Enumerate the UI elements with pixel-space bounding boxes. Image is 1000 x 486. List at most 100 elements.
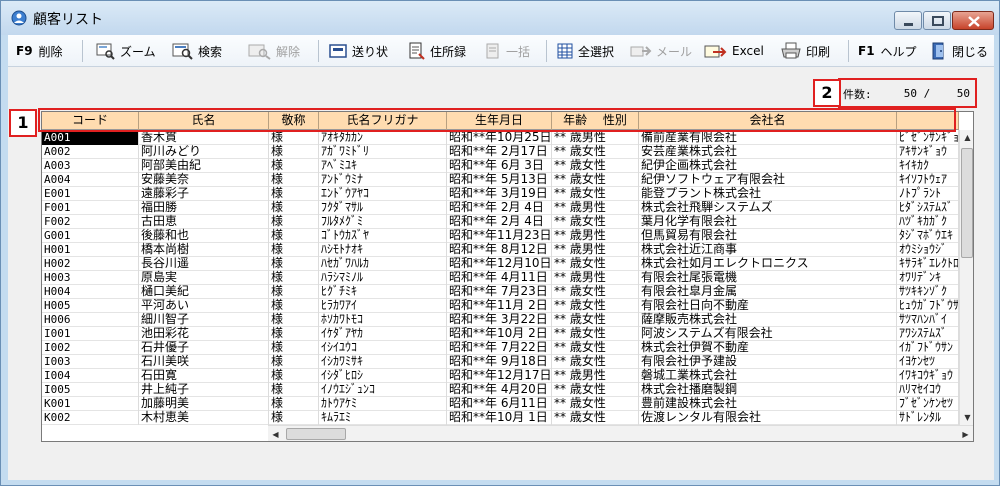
- cell-furigana[interactable]: ﾌﾙﾀﾒｸﾞﾐ: [319, 214, 447, 229]
- address-book-button[interactable]: 住所録: [408, 41, 466, 61]
- horizontal-scrollbar[interactable]: ◀ ▶: [268, 425, 973, 441]
- cell-company-kana[interactable]: ｻﾄﾞﾚﾝﾀﾙ: [897, 410, 959, 425]
- table-row[interactable]: E001 遠藤彩子様ｴﾝﾄﾞｳｱﾔｺ 昭和**年 3月19日 ** 歳女性 能登プラント…: [42, 186, 959, 201]
- table-row[interactable]: A004 安藤美奈様ｱﾝﾄﾞｳﾐﾅ 昭和**年 5月13日 ** 歳女性 紀伊ソフトウェ…: [42, 172, 959, 187]
- cell-company-kana[interactable]: ｷｲｷｶｸ: [897, 158, 959, 173]
- cell-company[interactable]: 有限会社皐月金属: [639, 284, 897, 299]
- table-row[interactable]: F002 古田恵様ﾌﾙﾀﾒｸﾞﾐ 昭和**年 2月 4日 ** 歳女性 葉月化学有限会社…: [42, 214, 959, 229]
- cell-furigana[interactable]: ｱｵｷﾀｶｶﾝ: [319, 130, 447, 145]
- cell-code[interactable]: H005: [42, 298, 139, 313]
- cell-age-gender[interactable]: ** 歳男性: [552, 270, 639, 285]
- cell-name[interactable]: 石川美咲: [139, 354, 269, 369]
- select-all-button[interactable]: 全選択: [556, 41, 614, 61]
- cell-birthdate[interactable]: 昭和**年 4月11日: [447, 270, 552, 285]
- cell-company-kana[interactable]: ﾊﾘﾏｾｲｺｳ: [897, 382, 959, 397]
- cell-company-kana[interactable]: ｱﾜｼｽﾃﾑｽﾞ: [897, 326, 959, 341]
- cell-furigana[interactable]: ｲﾉｳｴｼﾞｭﾝｺ: [319, 382, 447, 397]
- cell-age-gender[interactable]: ** 歳男性: [552, 242, 639, 257]
- table-row[interactable]: I002 石井優子様ｲｼｲﾕｳｺ 昭和**年 7月22日 ** 歳女性 株式会社伊賀不動…: [42, 340, 959, 355]
- cell-honorific[interactable]: 様: [269, 326, 319, 341]
- cell-birthdate[interactable]: 昭和**年 4月20日: [447, 382, 552, 397]
- table-row[interactable]: H002 長谷川遥様ﾊｾｶﾞﾜﾊﾙｶ 昭和**年12月10日 ** 歳女性 株式会社如月…: [42, 256, 959, 271]
- cell-company-kana[interactable]: ｱｷｻﾝｷﾞｮｳ: [897, 144, 959, 159]
- cell-company-kana[interactable]: ﾉﾄﾌﾟﾗﾝﾄ: [897, 186, 959, 201]
- vertical-scrollbar[interactable]: ▲ ▼: [959, 130, 973, 425]
- cell-birthdate[interactable]: 昭和**年 2月 4日: [447, 214, 552, 229]
- cell-furigana[interactable]: ｲｼｲﾕｳｺ: [319, 340, 447, 355]
- cell-company-kana[interactable]: ﾀｼﾞﾏﾎﾞｳｴｷ: [897, 228, 959, 243]
- scroll-right-icon[interactable]: ▶: [958, 427, 973, 441]
- cell-name[interactable]: 平河あい: [139, 298, 269, 313]
- close-button[interactable]: 閉じる: [930, 41, 988, 61]
- table-row[interactable]: A003 阿部美由紀様ｱﾍﾞﾐﾕｷ 昭和**年 6月 3日 ** 歳女性 紀伊企画株式会…: [42, 158, 959, 173]
- invoice-button[interactable]: 送り状: [328, 41, 388, 61]
- cell-birthdate[interactable]: 昭和**年 8月12日: [447, 242, 552, 257]
- cell-company[interactable]: 安芸産業株式会社: [639, 144, 897, 159]
- cell-furigana[interactable]: ﾊｾｶﾞﾜﾊﾙｶ: [319, 256, 447, 271]
- cell-code[interactable]: I002: [42, 340, 139, 355]
- cell-age-gender[interactable]: ** 歳男性: [552, 368, 639, 383]
- cell-age-gender[interactable]: ** 歳女性: [552, 144, 639, 159]
- cell-company[interactable]: 備前産業有限会社: [639, 130, 897, 145]
- cell-code[interactable]: K001: [42, 396, 139, 411]
- cell-age-gender[interactable]: ** 歳女性: [552, 382, 639, 397]
- cell-name[interactable]: 木村恵美: [139, 410, 269, 425]
- cell-company-kana[interactable]: ｷｻﾗｷﾞｴﾚｸﾄﾛ: [897, 256, 959, 271]
- cell-company[interactable]: 株式会社如月エレクトロニクス: [639, 256, 897, 271]
- cell-honorific[interactable]: 様: [269, 144, 319, 159]
- cell-furigana[interactable]: ﾋｸﾞﾁﾐｷ: [319, 284, 447, 299]
- cell-company[interactable]: 株式会社播磨製鋼: [639, 382, 897, 397]
- cell-company-kana[interactable]: ｲﾜｷｺｳｷﾞｮｳ: [897, 368, 959, 383]
- cell-name[interactable]: 阿部美由紀: [139, 158, 269, 173]
- zoom-button[interactable]: ズーム: [96, 41, 156, 61]
- cell-code[interactable]: A003: [42, 158, 139, 173]
- cell-furigana[interactable]: ﾎｿｶﾜﾄﾓｺ: [319, 312, 447, 327]
- cell-age-gender[interactable]: ** 歳女性: [552, 186, 639, 201]
- table-row[interactable]: H005 平河あい様ﾋﾗｶﾜｱｲ 昭和**年11月 2日 ** 歳女性 有限会社日向不動…: [42, 298, 959, 313]
- cell-company[interactable]: 磐城工業株式会社: [639, 368, 897, 383]
- cell-age-gender[interactable]: ** 歳女性: [552, 312, 639, 327]
- cell-age-gender[interactable]: ** 歳女性: [552, 326, 639, 341]
- cell-birthdate[interactable]: 昭和**年 7月22日: [447, 340, 552, 355]
- cell-birthdate[interactable]: 昭和**年11月23日: [447, 228, 552, 243]
- release-button[interactable]: 解除: [248, 41, 300, 61]
- cell-age-gender[interactable]: ** 歳女性: [552, 396, 639, 411]
- customer-table[interactable]: コード 氏名 敬称 氏名フリガナ 生年月日 年齢 性別 会社名 A001 香木貫様…: [41, 111, 974, 442]
- cell-code[interactable]: I001: [42, 326, 139, 341]
- cell-birthdate[interactable]: 昭和**年 5月13日: [447, 172, 552, 187]
- cell-age-gender[interactable]: ** 歳男性: [552, 130, 639, 145]
- cell-code[interactable]: G001: [42, 228, 139, 243]
- table-row[interactable]: K002 木村恵美様ｷﾑﾗｴﾐ 昭和**年10月 1日 ** 歳女性 佐渡レンタル有限会…: [42, 410, 959, 425]
- table-row[interactable]: F001 福田勝様ﾌｸﾀﾞﾏｻﾙ 昭和**年 2月 4日 ** 歳男性 株式会社飛騨シス…: [42, 200, 959, 215]
- cell-company[interactable]: 能登プラント株式会社: [639, 186, 897, 201]
- cell-company-kana[interactable]: ｲﾖｹﾝｾﾂ: [897, 354, 959, 369]
- cell-company[interactable]: 紀伊ソフトウェア有限会社: [639, 172, 897, 187]
- table-row[interactable]: I005 井上純子様ｲﾉｳｴｼﾞｭﾝｺ 昭和**年 4月20日 ** 歳女性 株式会社播…: [42, 382, 959, 397]
- cell-code[interactable]: A002: [42, 144, 139, 159]
- cell-birthdate[interactable]: 昭和**年10月 2日: [447, 326, 552, 341]
- cell-name[interactable]: 古田恵: [139, 214, 269, 229]
- mail-button[interactable]: メール: [630, 41, 692, 61]
- cell-name[interactable]: 長谷川遥: [139, 256, 269, 271]
- cell-company-kana[interactable]: ｻﾂﾏﾊﾝﾊﾞｲ: [897, 312, 959, 327]
- print-button[interactable]: 印刷: [780, 41, 830, 61]
- cell-company[interactable]: 佐渡レンタル有限会社: [639, 410, 897, 425]
- table-row[interactable]: A002 阿川みどり様ｱｶﾞﾜﾐﾄﾞﾘ 昭和**年 2月17日 ** 歳女性 安芸産業株…: [42, 144, 959, 159]
- close-window-button[interactable]: [952, 11, 994, 30]
- cell-name[interactable]: 阿川みどり: [139, 144, 269, 159]
- table-row[interactable]: K001 加藤明美様ｶﾄｳｱｹﾐ 昭和**年 6月11日 ** 歳女性 豊前建設株式会社…: [42, 396, 959, 411]
- cell-code[interactable]: H006: [42, 312, 139, 327]
- cell-company-kana[interactable]: ｵﾜﾘﾃﾞﾝｷ: [897, 270, 959, 285]
- cell-company-kana[interactable]: ｵｳﾐｼｮｳｼﾞ: [897, 242, 959, 257]
- cell-honorific[interactable]: 様: [269, 340, 319, 355]
- cell-honorific[interactable]: 様: [269, 382, 319, 397]
- cell-company-kana[interactable]: ﾌﾞｾﾞﾝｹﾝｾﾂ: [897, 396, 959, 411]
- cell-furigana[interactable]: ｷﾑﾗｴﾐ: [319, 410, 447, 425]
- cell-code[interactable]: A001: [42, 130, 139, 145]
- table-row[interactable]: G001 後藤和也様ｺﾞﾄｳｶｽﾞﾔ 昭和**年11月23日 ** 歳男性 但馬貿易有限…: [42, 228, 959, 243]
- cell-company[interactable]: 豊前建設株式会社: [639, 396, 897, 411]
- cell-age-gender[interactable]: ** 歳女性: [552, 298, 639, 313]
- cell-company-kana[interactable]: ﾋｭｳｶﾞﾌﾄﾞｳｻ: [897, 298, 959, 313]
- cell-name[interactable]: 福田勝: [139, 200, 269, 215]
- excel-button[interactable]: Excel: [704, 41, 764, 61]
